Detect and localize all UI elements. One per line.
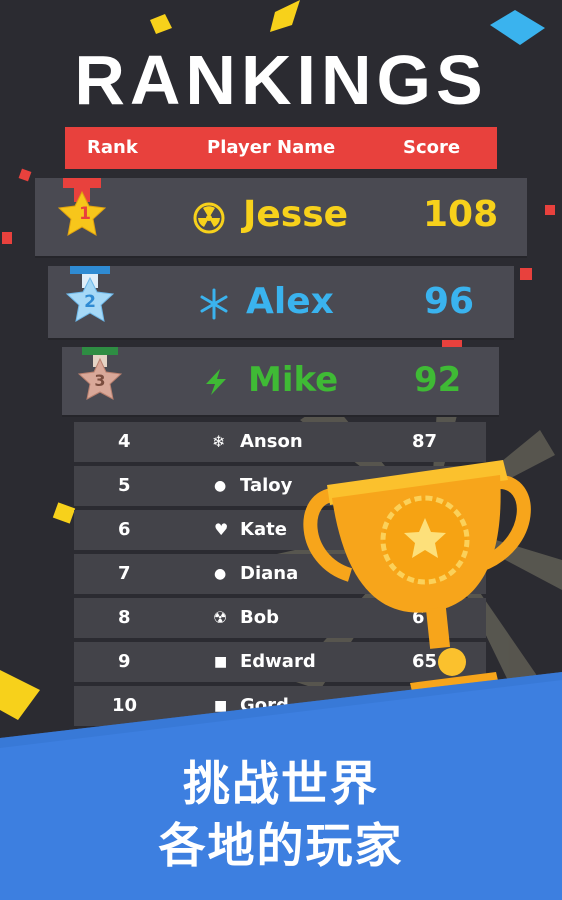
promo-slogan: 挑战世界 各地的玩家	[0, 754, 562, 878]
slogan-line-1: 挑战世界	[183, 757, 379, 812]
slogan-line-2: 各地的玩家	[158, 819, 404, 874]
